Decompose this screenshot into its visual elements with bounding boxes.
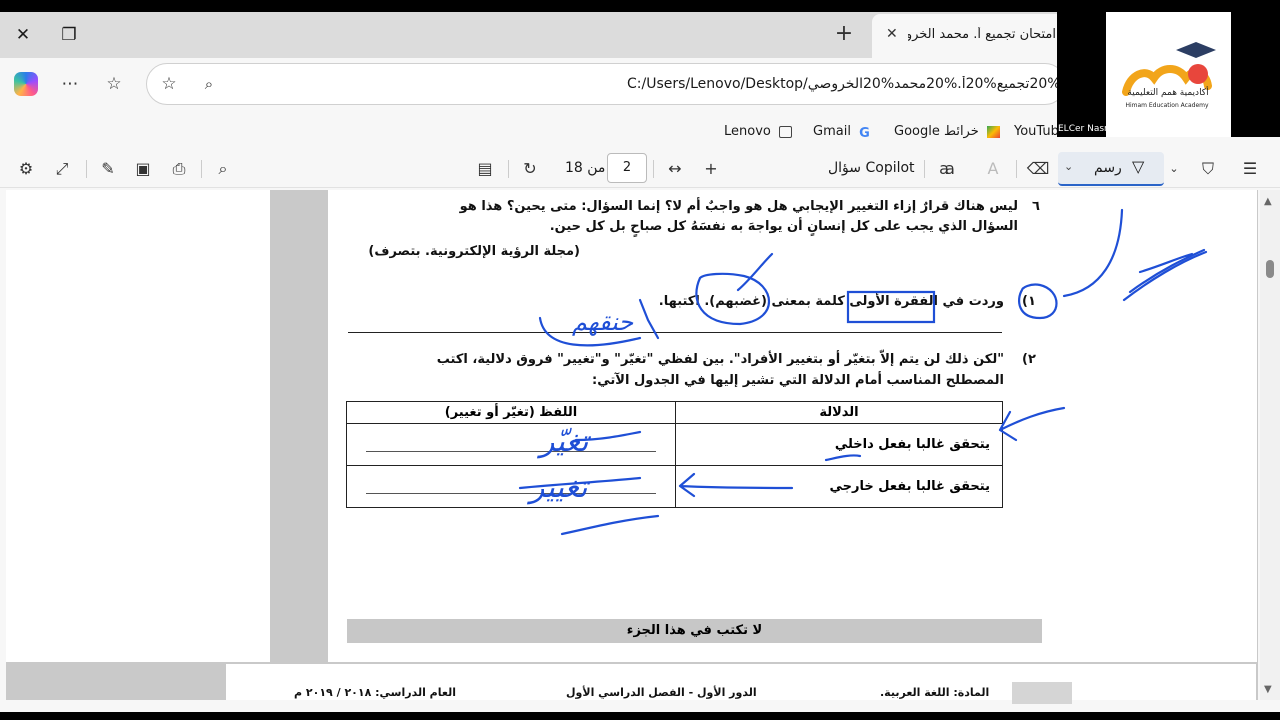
- contents-list-icon[interactable]: ☰: [1238, 157, 1262, 181]
- draw-tool-button[interactable]: ⌄ رسم ▽: [1058, 152, 1164, 186]
- presenter-name: ELCer Nasr: [1058, 124, 1108, 134]
- save-as-icon[interactable]: ✎: [96, 157, 120, 181]
- page-view-icon[interactable]: ▤: [473, 157, 497, 181]
- handwritten-answer-row-1: تغيّر: [540, 424, 589, 459]
- copilot-icon[interactable]: [14, 72, 38, 96]
- paragraph-line-1: ليس هناك قرارٌ إزاء التغيير الإيجابي هل …: [459, 199, 1018, 214]
- draw-label: رسم: [1094, 160, 1122, 176]
- meaning-cell: يتحقق غالبا بفعل خارجي: [675, 465, 1003, 508]
- restore-window-icon[interactable]: ❐: [54, 20, 84, 50]
- table-row: يتحقق غالبا بفعل داخلي: [346, 423, 1003, 466]
- academy-name-ar: أكاديمية همم التعليمية: [1127, 88, 1209, 98]
- eraser-icon[interactable]: ⌫: [1026, 157, 1050, 181]
- paragraph-line-2: السؤال الذي يجب على كل إنسانٍ أن يواجهَ …: [549, 219, 1018, 234]
- question-1-number: ١): [1022, 294, 1036, 309]
- scroll-up-icon[interactable]: ▲: [1264, 196, 1272, 207]
- bookmark-gmail-label: Gmail: [813, 124, 851, 139]
- address-bar[interactable]: ☆ ⌕ C:/Users/Lenovo/Desktop/امتحان%20تجم…: [146, 63, 1066, 105]
- handwritten-answer-q1: حنقهم: [572, 308, 634, 336]
- ask-copilot-button[interactable]: سؤال Copilot: [828, 160, 915, 176]
- print-icon[interactable]: ⎙: [167, 157, 191, 181]
- footer-box: [1012, 682, 1072, 704]
- footer-subject: المادة: اللغة العربية.: [880, 686, 990, 699]
- vertical-scrollbar[interactable]: ▲ ▼: [1260, 190, 1280, 700]
- q6-number: ٦: [1032, 199, 1040, 214]
- footer-year: العام الدراسي: ٢٠١٨ / ٢٠١٩ م: [294, 686, 456, 699]
- bookmark-maps-label: Google خرائط: [894, 124, 979, 139]
- add-favorite-icon[interactable]: ☆: [155, 70, 183, 98]
- more-menu-icon[interactable]: ⋯: [56, 70, 84, 98]
- zoom-in-icon[interactable]: +: [699, 157, 723, 181]
- tab-title: امتحان تجميع أ. محمد الخروصي: [908, 27, 1056, 42]
- pen-icon: ▽: [1132, 157, 1145, 176]
- read-aloud-icon[interactable]: ꜳ: [935, 157, 959, 181]
- footer-session: الدور الأول - الفصل الدراسي الأول: [566, 686, 757, 699]
- search-icon[interactable]: ⌕: [211, 157, 235, 181]
- answer-line: [348, 332, 1002, 333]
- maps-icon: [986, 125, 1000, 138]
- save-icon[interactable]: ▣: [131, 157, 155, 181]
- pdf-left-margin: [6, 190, 270, 662]
- question-2-line-1: "لكن ذلك لن يتم إلاّ بتغيّر أو بتغيير ال…: [436, 352, 1004, 367]
- pdf-toolbar: ⚙ ⤢ ✎ ▣ ⎙ ⌕ ▤ ↻ من 18 2 ↔ + سؤال Copilot…: [0, 150, 1280, 188]
- question-2-line-2: المصطلح المناسب أمام الدلالة التي تشير إ…: [592, 373, 1004, 388]
- academy-logo-card: [1106, 12, 1231, 137]
- page-count: من 18: [565, 160, 606, 176]
- question-2-number: ٢): [1022, 352, 1036, 367]
- expand-icon[interactable]: ⤢: [50, 157, 74, 181]
- scroll-down-icon[interactable]: ▼: [1264, 684, 1272, 695]
- highlighter-icon[interactable]: ⛉: [1196, 157, 1220, 181]
- fit-width-icon[interactable]: ↔: [663, 157, 687, 181]
- bookmark-lenovo-label: Lenovo: [724, 124, 771, 139]
- question-1-text: وردت في الفقرة الأولى كلمة بمعنى (غضبهم)…: [658, 294, 1004, 309]
- google-icon: G: [859, 125, 870, 141]
- no-write-banner: لا تكتب في هذا الجزء: [347, 619, 1042, 643]
- academy-name-en: Himam Education Academy: [1125, 102, 1209, 109]
- table-header-row: الدلالة اللفظ (تغيّر أو تغيير): [346, 401, 1003, 424]
- address-text: C:/Users/Lenovo/Desktop/امتحان%20تجميع%2…: [627, 76, 1059, 92]
- tab-close-icon[interactable]: ✕: [886, 26, 898, 42]
- chevron-down-icon[interactable]: ⌄: [1064, 160, 1073, 173]
- zoom-search-icon[interactable]: ⌕: [195, 70, 223, 98]
- settings-gear-icon[interactable]: ⚙: [14, 157, 38, 181]
- chevron-down-icon[interactable]: ⌄: [1162, 157, 1186, 181]
- meaning-cell: يتحقق غالبا بفعل داخلي: [675, 423, 1003, 466]
- favorites-icon[interactable]: ☆: [100, 70, 128, 98]
- column-header-word: اللفظ (تغيّر أو تغيير): [346, 401, 676, 424]
- scroll-thumb[interactable]: [1266, 260, 1274, 278]
- bookmark-gmail[interactable]: Gmail G: [813, 124, 874, 141]
- rotate-icon[interactable]: ↻: [518, 157, 542, 181]
- bookmark-google-maps[interactable]: Google خرائط: [894, 124, 1004, 139]
- answer-cell: [346, 423, 676, 466]
- new-tab-button[interactable]: +: [830, 20, 858, 48]
- meaning-table: الدلالة اللفظ (تغيّر أو تغيير) يتحقق غال…: [346, 401, 1003, 508]
- bookmark-lenovo[interactable]: Lenovo: [724, 124, 796, 139]
- close-window-icon[interactable]: ✕: [8, 20, 38, 50]
- column-header-meaning: الدلالة: [675, 401, 1003, 424]
- tab-exam-pdf[interactable]: ✕ امتحان تجميع أ. محمد الخروصي: [872, 14, 1072, 58]
- handwritten-answer-row-2: تغيير: [530, 470, 588, 505]
- page-number-input[interactable]: 2: [607, 153, 647, 183]
- source-citation: (مجلة الرؤية الإلكترونية. بتصرف): [368, 244, 580, 259]
- text-icon[interactable]: A: [981, 157, 1005, 181]
- answer-cell: [346, 465, 676, 508]
- folder-icon: [779, 125, 792, 138]
- table-row: يتحقق غالبا بفعل خارجي: [346, 465, 1003, 508]
